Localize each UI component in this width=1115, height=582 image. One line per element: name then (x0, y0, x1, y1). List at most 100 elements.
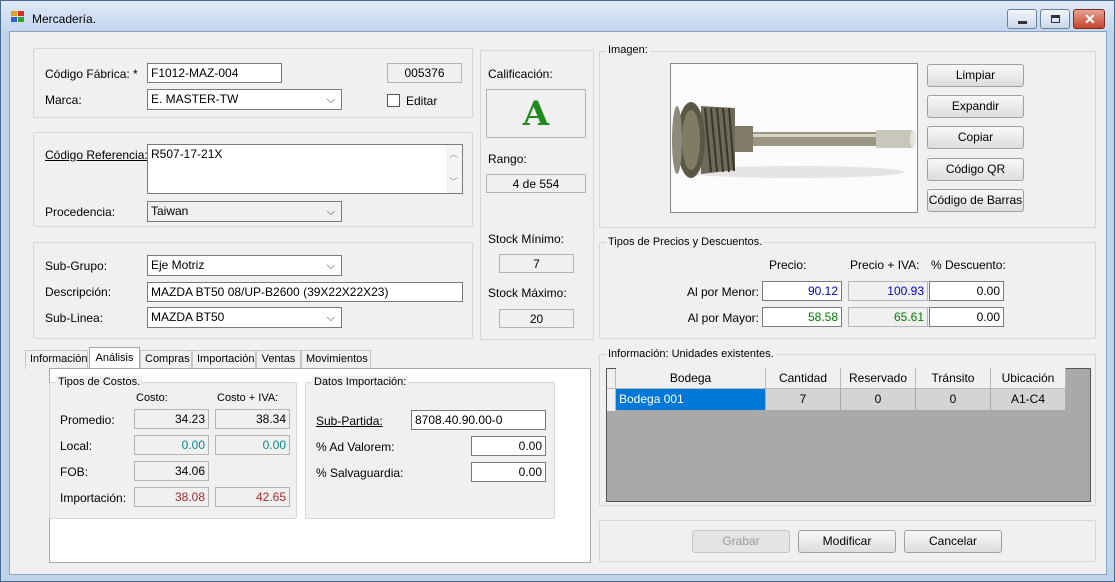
chevron-down-icon: ﹀ (449, 177, 459, 187)
col-descuento-header: % Descuento: (931, 258, 1006, 272)
marca-label: Marca: (45, 93, 82, 107)
product-image[interactable] (670, 63, 918, 213)
chevron-down-icon: ⌵ (326, 312, 335, 324)
col-costo-header: Costo: (136, 392, 168, 404)
price-menor-descuento[interactable]: 0.00 (929, 281, 1004, 301)
price-menor-precio-iva: 100.93 (848, 281, 928, 301)
stock-min-value: 7 (499, 254, 574, 273)
price-mayor-precio-iva: 65.61 (848, 307, 928, 327)
costo-fob-label: FOB: (60, 465, 89, 479)
price-mayor-precio[interactable]: 58.58 (762, 307, 842, 327)
costo-importacion: 38.08 (134, 487, 209, 507)
tab-informacion[interactable]: Información (25, 350, 88, 369)
price-menor-label: Al por Menor: (686, 285, 759, 299)
price-menor-precio[interactable]: 90.12 (762, 281, 842, 301)
modificar-button[interactable]: Modificar (798, 530, 896, 553)
sublinea-combo[interactable]: MAZDA BT50 ⌵ (147, 307, 342, 328)
app-icon (11, 11, 25, 23)
chevron-down-icon: ⌵ (326, 94, 335, 106)
ad-valorem-input[interactable]: 0.00 (471, 436, 546, 456)
costo-local: 0.00 (134, 435, 209, 455)
stock-max-label: Stock Máximo: (488, 286, 567, 300)
salvaguardia-label: % Salvaguardia: (316, 466, 404, 480)
marca-combo[interactable]: E. MASTER-TW ⌵ (147, 89, 342, 110)
cell-reservado[interactable]: 0 (841, 389, 916, 411)
codigo-qr-button[interactable]: Código QR (927, 158, 1024, 181)
chevron-down-icon: ⌵ (326, 260, 335, 272)
limpiar-button[interactable]: Limpiar (927, 64, 1024, 87)
col-bodega-header[interactable]: Bodega (616, 368, 766, 389)
calificacion-label: Calificación: (488, 67, 553, 81)
col-reservado-header[interactable]: Reservado (841, 368, 916, 389)
descripcion-input[interactable]: MAZDA BT50 08/UP-B2600 (39X22X22X23) (147, 282, 463, 302)
minimize-button[interactable] (1007, 9, 1037, 29)
price-mayor-descuento[interactable]: 0.00 (929, 307, 1004, 327)
col-ubicacion-header[interactable]: Ubicación (991, 368, 1066, 389)
form-client-area: Código Fábrica: * F1012-MAZ-004 005376 M… (9, 31, 1107, 575)
close-button[interactable]: ✕ (1073, 9, 1105, 29)
tab-analisis[interactable]: Análisis (89, 347, 140, 370)
costo-promedio-label: Promedio: (60, 413, 115, 427)
codigo-fabrica-input[interactable]: F1012-MAZ-004 (147, 63, 282, 83)
stock-max-value: 20 (499, 309, 574, 328)
col-costo-iva-header: Costo + IVA: (217, 392, 279, 404)
cell-bodega[interactable]: Bodega 001 (616, 389, 766, 411)
codigo-barras-button[interactable]: Código de Barras (927, 189, 1024, 212)
codigo-referencia-value: R507-17-21X (151, 147, 223, 161)
descripcion-label: Descripción: (45, 285, 112, 299)
expandir-button[interactable]: Expandir (927, 95, 1024, 118)
tab-importacion[interactable]: Importación (192, 350, 256, 369)
row-header[interactable] (607, 389, 616, 411)
procedencia-value: Taiwan (151, 204, 189, 218)
cell-cantidad[interactable]: 7 (766, 389, 841, 411)
costo-importacion-label: Importación: (60, 491, 127, 505)
importacion-group-label: Datos Importación: (312, 376, 409, 388)
maximize-button[interactable] (1040, 9, 1070, 29)
subpartida-label[interactable]: Sub-Partida: (316, 414, 383, 428)
shaft-gear-image (671, 64, 917, 212)
salvaguardia-input[interactable]: 0.00 (471, 462, 546, 482)
sublinea-label: Sub-Linea: (45, 311, 104, 325)
procedencia-combo[interactable]: Taiwan ⌵ (147, 201, 342, 222)
prices-group-label: Tipos de Precios y Descuentos. (606, 236, 765, 248)
editar-checkbox[interactable] (387, 94, 400, 107)
ad-valorem-label: % Ad Valorem: (316, 440, 395, 454)
costo-promedio-iva: 38.34 (215, 409, 290, 429)
maximize-icon (1051, 15, 1060, 23)
subgrupo-label: Sub-Grupo: (45, 259, 108, 273)
procedencia-label: Procedencia: (45, 205, 116, 219)
cell-transito[interactable]: 0 (916, 389, 991, 411)
col-precio-header: Precio: (769, 258, 807, 272)
stock-min-label: Stock Mínimo: (488, 232, 565, 246)
image-group-label: Imagen: (606, 44, 650, 56)
costo-local-label: Local: (60, 439, 93, 453)
cell-ubicacion[interactable]: A1-C4 (991, 389, 1066, 411)
title-bar[interactable]: Mercadería. ✕ (1, 1, 1114, 31)
tab-compras[interactable]: Compras (140, 350, 192, 369)
chevron-down-icon: ⌵ (326, 206, 335, 218)
costo-promedio: 34.23 (134, 409, 209, 429)
col-transito-header[interactable]: Tránsito (916, 368, 991, 389)
codigo-referencia-textarea[interactable]: R507-17-21X ︿ ﹀ (147, 144, 463, 194)
sublinea-value: MAZDA BT50 (151, 310, 225, 324)
tab-movimientos[interactable]: Movimientos (301, 350, 371, 369)
editar-label: Editar (406, 94, 438, 108)
subgrupo-value: Eje Motriz (151, 258, 205, 272)
subgrupo-combo[interactable]: Eje Motriz ⌵ (147, 255, 342, 276)
codigo-referencia-label[interactable]: Código Referencia: (45, 148, 148, 162)
chevron-up-icon: ︿ (449, 149, 459, 159)
col-precio-iva-header: Precio + IVA: (850, 258, 920, 272)
cancelar-button[interactable]: Cancelar (904, 530, 1002, 553)
textarea-scrollbar[interactable]: ︿ ﹀ (446, 145, 462, 193)
grabar-button[interactable]: Grabar (692, 530, 790, 553)
col-cantidad-header[interactable]: Cantidad (766, 368, 841, 389)
costo-importacion-iva: 42.65 (215, 487, 290, 507)
grid-corner (607, 369, 616, 389)
costos-group-label: Tipos de Costos. (56, 376, 143, 388)
tab-ventas[interactable]: Ventas (256, 350, 301, 369)
close-icon: ✕ (1084, 11, 1096, 27)
subpartida-input[interactable]: 8708.40.90.00-0 (411, 410, 546, 430)
marca-value: E. MASTER-TW (151, 92, 239, 106)
copiar-button[interactable]: Copiar (927, 126, 1024, 149)
window-title: Mercadería. (32, 12, 97, 26)
